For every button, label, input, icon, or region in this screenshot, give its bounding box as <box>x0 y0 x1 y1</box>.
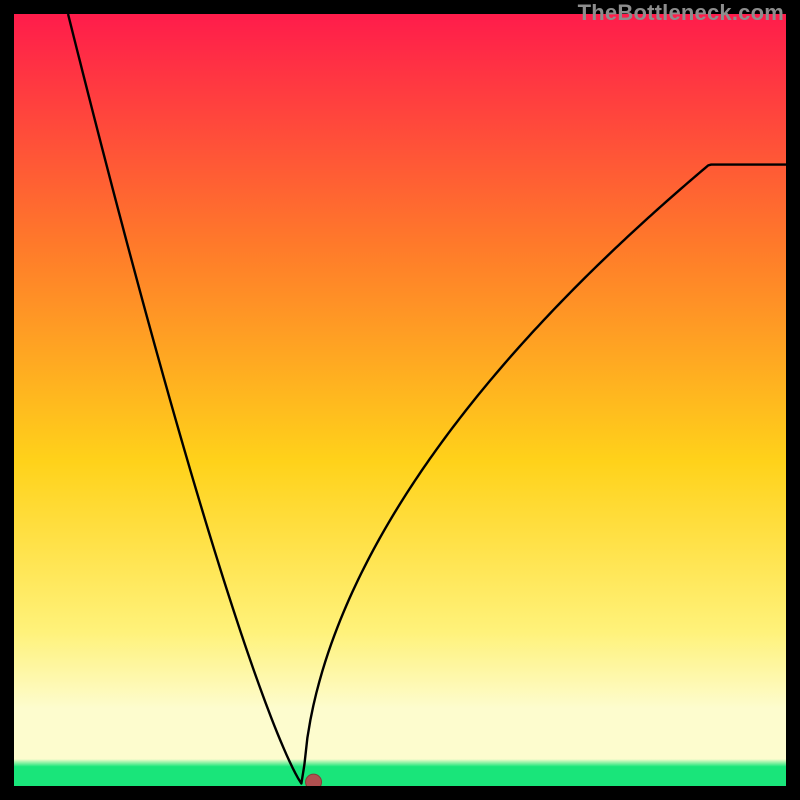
gradient-background <box>14 14 786 786</box>
chart-frame <box>14 14 786 786</box>
bottleneck-chart <box>14 14 786 786</box>
watermark-text: TheBottleneck.com <box>578 0 784 26</box>
optimal-point-marker <box>306 774 322 786</box>
